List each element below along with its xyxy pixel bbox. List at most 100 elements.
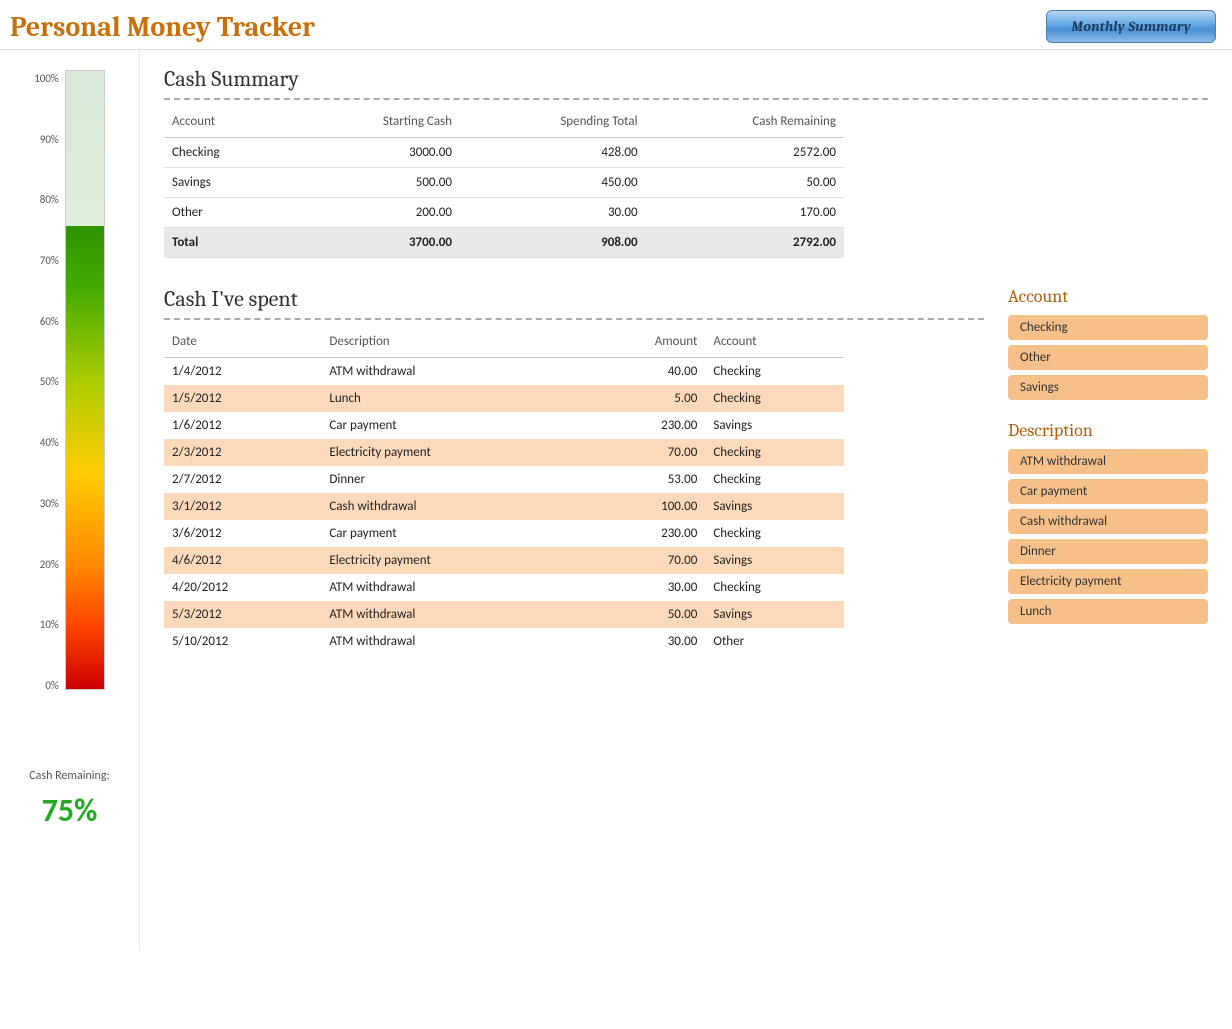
sidebar-gauge: 100% 90% 80% 70% 60% 50% 40% 30% 20% 10%… (0, 50, 140, 950)
gauge-label-100: 100% (34, 72, 59, 85)
spent-account: Other (705, 628, 844, 655)
spent-amount: 230.00 (577, 520, 705, 547)
gauge-label-0: 0% (45, 679, 58, 692)
summary-total-row: Total 3700.00 908.00 2792.00 (164, 228, 844, 258)
description-filter-section: Description ATM withdrawal Car payment Cas… (1008, 420, 1208, 624)
account-filter-chip[interactable]: Checking (1008, 315, 1208, 340)
spent-account: Checking (705, 574, 844, 601)
spent-row: 1/5/2012 Lunch 5.00 Checking (164, 385, 844, 412)
gauge-bar (65, 70, 105, 690)
spent-date: 5/3/2012 (164, 601, 321, 628)
monthly-summary-button[interactable]: Monthly Summary (1046, 10, 1216, 43)
cash-spent-title: Cash I've spent (164, 286, 984, 312)
spent-description: ATM withdrawal (321, 358, 577, 386)
gauge-label-70: 70% (40, 254, 59, 267)
gauge-label-30: 30% (40, 497, 59, 510)
summary-account: Other (164, 198, 291, 228)
content-area: Cash Summary Account Starting Cash Spend… (140, 50, 1232, 671)
col-account: Account (164, 110, 291, 138)
spent-description: ATM withdrawal (321, 574, 577, 601)
spent-description: Dinner (321, 466, 577, 493)
spent-account: Checking (705, 385, 844, 412)
spent-account: Checking (705, 520, 844, 547)
spent-amount: 230.00 (577, 412, 705, 439)
filter-sidebar: Account CheckingOtherSavings Description… (1008, 286, 1208, 655)
spent-account: Savings (705, 547, 844, 574)
gauge-label-20: 20% (40, 558, 59, 571)
description-filter-title: Description (1008, 420, 1208, 441)
gauge-label-50: 50% (40, 375, 59, 388)
gauge-indicator (66, 71, 104, 226)
spent-description: ATM withdrawal (321, 601, 577, 628)
spent-amount: 40.00 (577, 358, 705, 386)
description-filter-chip[interactable]: ATM withdrawal (1008, 449, 1208, 474)
cash-summary-title: Cash Summary (164, 66, 1208, 92)
spent-account: Checking (705, 358, 844, 386)
description-filter-chip[interactable]: Cash withdrawal (1008, 509, 1208, 534)
spent-row: 3/1/2012 Cash withdrawal 100.00 Savings (164, 493, 844, 520)
spent-description: Car payment (321, 520, 577, 547)
spent-row: 4/20/2012 ATM withdrawal 30.00 Checking (164, 574, 844, 601)
cash-summary-divider (164, 98, 1208, 100)
gauge-label-60: 60% (40, 315, 59, 328)
spent-account: Savings (705, 493, 844, 520)
gauge-container: 100% 90% 80% 70% 60% 50% 40% 30% 20% 10%… (34, 70, 105, 750)
gauge-label-10: 10% (40, 618, 59, 631)
cash-spent-table: Date Description Amount Account 1/4/2012… (164, 330, 844, 655)
total-starting: 3700.00 (291, 228, 460, 258)
spent-account: Checking (705, 466, 844, 493)
description-filter-chip[interactable]: Lunch (1008, 599, 1208, 624)
spent-description: Electricity payment (321, 439, 577, 466)
spent-date: 4/6/2012 (164, 547, 321, 574)
col-description: Description (321, 330, 577, 358)
spent-amount: 70.00 (577, 547, 705, 574)
spent-section: Cash I've spent Date Description Amount … (164, 286, 1208, 655)
summary-starting: 200.00 (291, 198, 460, 228)
total-remaining: 2792.00 (646, 228, 844, 258)
spent-account: Savings (705, 412, 844, 439)
cash-summary-table: Account Starting Cash Spending Total Cas… (164, 110, 844, 258)
description-filter-chip[interactable]: Electricity payment (1008, 569, 1208, 594)
cash-remaining-label: Cash Remaining: (29, 768, 109, 785)
col-starting: Starting Cash (291, 110, 460, 138)
summary-starting: 3000.00 (291, 138, 460, 168)
gauge-label-90: 90% (40, 133, 59, 146)
col-spending: Spending Total (460, 110, 646, 138)
spent-description: ATM withdrawal (321, 628, 577, 655)
summary-account: Savings (164, 168, 291, 198)
spent-account: Savings (705, 601, 844, 628)
summary-spending: 30.00 (460, 198, 646, 228)
spent-row: 1/4/2012 ATM withdrawal 40.00 Checking (164, 358, 844, 386)
spent-row: 5/3/2012 ATM withdrawal 50.00 Savings (164, 601, 844, 628)
spent-row: 2/7/2012 Dinner 53.00 Checking (164, 466, 844, 493)
spent-amount: 5.00 (577, 385, 705, 412)
spent-row: 5/10/2012 ATM withdrawal 30.00 Other (164, 628, 844, 655)
gauge-label-80: 80% (40, 193, 59, 206)
spent-amount: 100.00 (577, 493, 705, 520)
spent-date: 2/3/2012 (164, 439, 321, 466)
spent-row: 2/3/2012 Electricity payment 70.00 Check… (164, 439, 844, 466)
spent-date: 3/6/2012 (164, 520, 321, 547)
account-filter-chip[interactable]: Savings (1008, 375, 1208, 400)
summary-account: Checking (164, 138, 291, 168)
spent-amount: 70.00 (577, 439, 705, 466)
gauge-label-40: 40% (40, 436, 59, 449)
spent-date: 1/6/2012 (164, 412, 321, 439)
spent-date: 4/20/2012 (164, 574, 321, 601)
spent-row: 1/6/2012 Car payment 230.00 Savings (164, 412, 844, 439)
description-filter-chip[interactable]: Car payment (1008, 479, 1208, 504)
col-date: Date (164, 330, 321, 358)
summary-remaining: 2572.00 (646, 138, 844, 168)
summary-remaining: 170.00 (646, 198, 844, 228)
spent-account: Checking (705, 439, 844, 466)
spent-amount: 53.00 (577, 466, 705, 493)
spent-date: 2/7/2012 (164, 466, 321, 493)
description-filter-chip[interactable]: Dinner (1008, 539, 1208, 564)
account-filter-chip[interactable]: Other (1008, 345, 1208, 370)
account-filter-section: Account CheckingOtherSavings (1008, 286, 1208, 400)
spent-description: Car payment (321, 412, 577, 439)
spent-row: 4/6/2012 Electricity payment 70.00 Savin… (164, 547, 844, 574)
col-account-spent: Account (705, 330, 844, 358)
main-content: 100% 90% 80% 70% 60% 50% 40% 30% 20% 10%… (0, 50, 1232, 950)
col-amount: Amount (577, 330, 705, 358)
